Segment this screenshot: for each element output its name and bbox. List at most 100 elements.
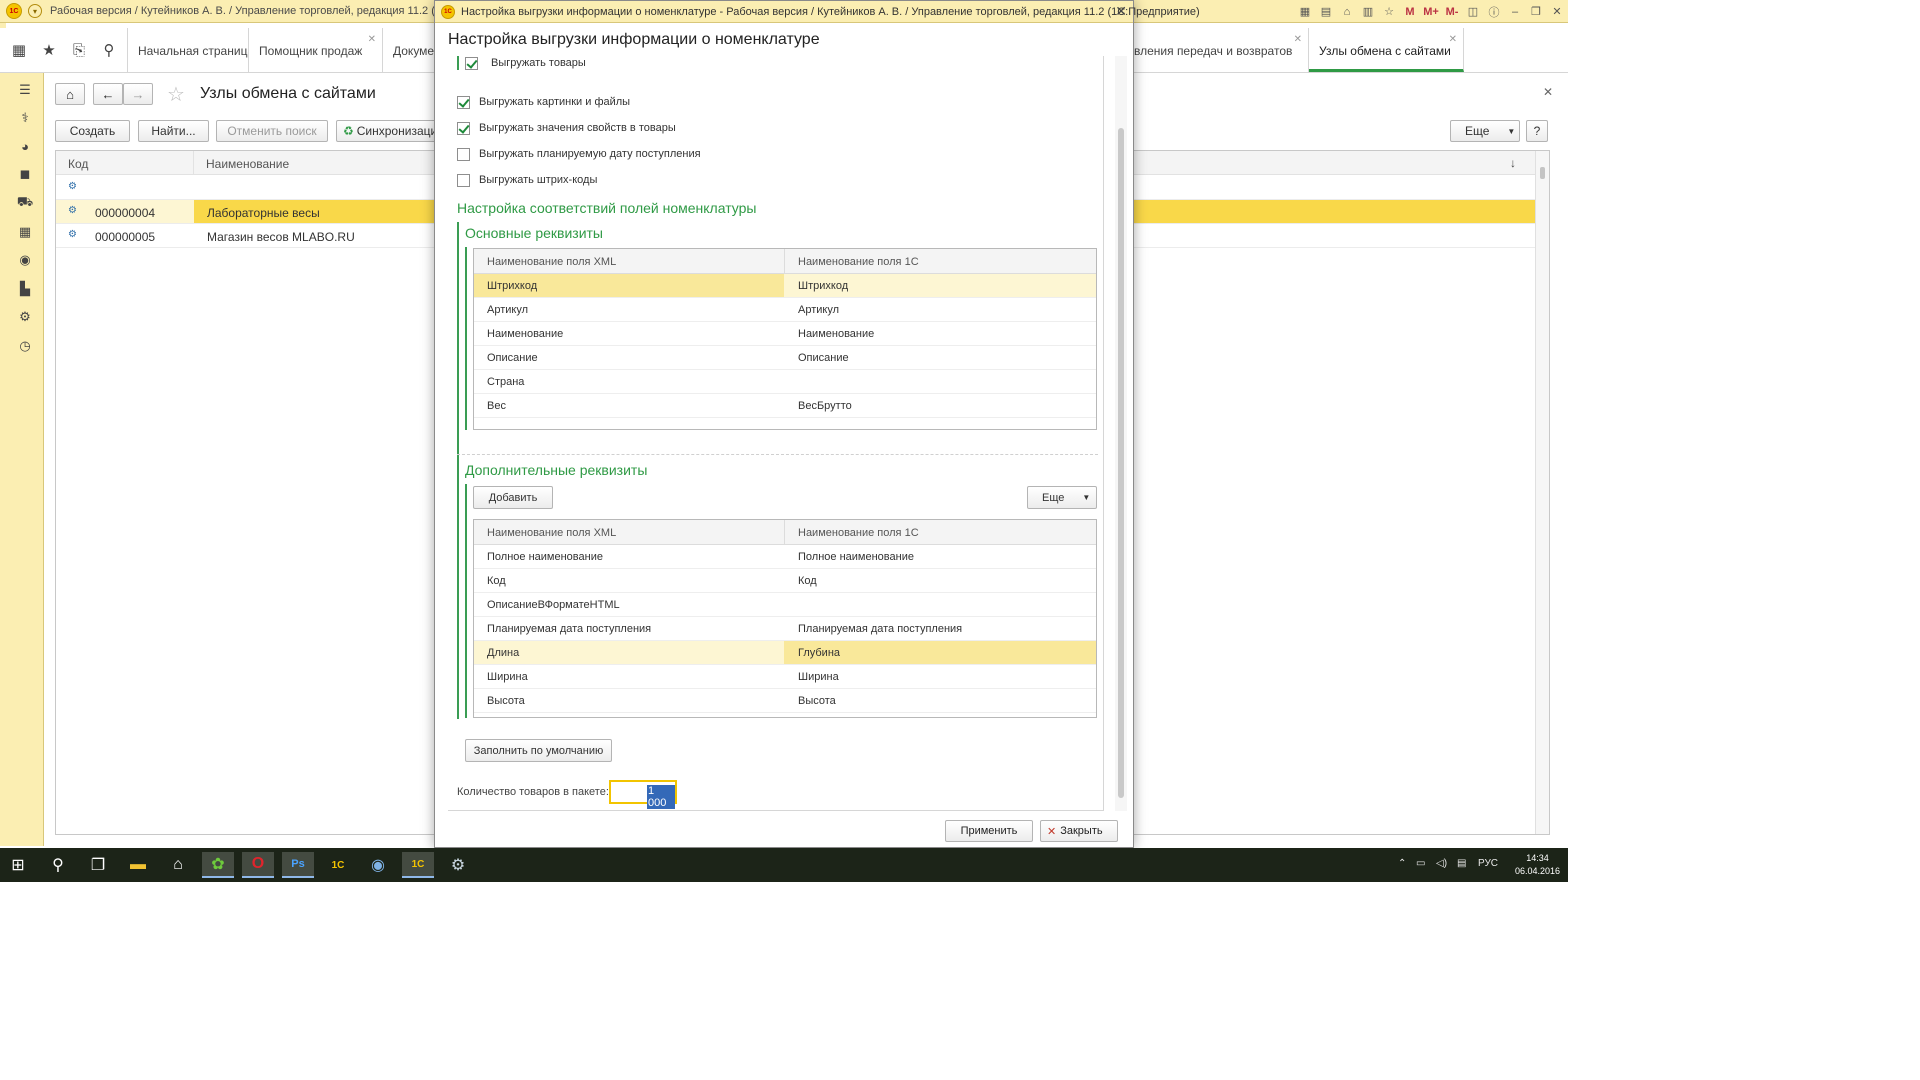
favorites-star-icon[interactable]: ★ bbox=[40, 41, 58, 59]
apply-button[interactable]: Применить bbox=[945, 820, 1033, 842]
sync-button[interactable]: ♻ Синхронизация bbox=[336, 120, 444, 142]
icq-flower-icon[interactable]: ✿ bbox=[202, 852, 234, 878]
find-button[interactable]: Найти... bbox=[138, 120, 209, 142]
file-explorer-icon[interactable]: ▬ bbox=[122, 852, 154, 878]
back-button[interactable]: ← bbox=[93, 83, 123, 105]
table-row[interactable]: Длина Глубина bbox=[474, 641, 1096, 665]
close-button[interactable]: ✕ Закрыть bbox=[1040, 820, 1118, 842]
history-icon[interactable]: ⎘ bbox=[70, 41, 88, 59]
language-indicator[interactable]: РУС bbox=[1478, 858, 1498, 869]
export-barcodes-checkbox[interactable]: Выгружать штрих-коды bbox=[457, 171, 597, 189]
home-icon[interactable]: ⌂ bbox=[162, 852, 194, 878]
table-row[interactable]: Штрихкод Штрихкод bbox=[474, 274, 1096, 298]
admin-icon[interactable]: ◷ bbox=[16, 337, 34, 355]
search-icon[interactable]: ⚲ bbox=[100, 41, 118, 59]
dialog-close-icon[interactable]: ✕ bbox=[1115, 3, 1127, 20]
column-header-1c[interactable]: Наименование поля 1С bbox=[798, 256, 919, 268]
more-button[interactable]: Еще ▼ bbox=[1450, 120, 1520, 142]
checkbox-box[interactable] bbox=[457, 173, 470, 187]
table-row[interactable]: Вес ВесБрутто bbox=[474, 394, 1096, 418]
home-icon[interactable]: ⌂ bbox=[1337, 3, 1357, 21]
main-menu-icon[interactable]: ▾ bbox=[28, 4, 42, 18]
table-row[interactable]: Высота Высота bbox=[474, 689, 1096, 713]
sections-grid-icon[interactable]: ▦ bbox=[10, 41, 28, 59]
panels-icon[interactable]: ◫ bbox=[1463, 3, 1483, 21]
favorites-icon[interactable]: ☆ bbox=[1379, 3, 1399, 21]
clock[interactable]: 14:34 06.04.2016 bbox=[1515, 852, 1560, 878]
crm-icon[interactable]: ⚕ bbox=[16, 109, 34, 127]
column-header-xml[interactable]: Наименование поля XML bbox=[487, 256, 616, 268]
table-row[interactable]: Наименование Наименование bbox=[474, 322, 1096, 346]
calendar-icon[interactable]: ▦ bbox=[1295, 3, 1315, 21]
export-properties-checkbox[interactable]: Выгружать значения свойств в товары bbox=[457, 119, 676, 137]
keyboard-icon[interactable]: ▤ bbox=[1457, 858, 1466, 869]
table-row[interactable]: Страна bbox=[474, 370, 1096, 394]
home-button[interactable]: ⌂ bbox=[55, 83, 85, 105]
tab-close-icon[interactable]: ✕ bbox=[1294, 34, 1302, 45]
export-images-checkbox[interactable]: Выгружать картинки и файлы bbox=[457, 93, 630, 111]
1c-app-icon[interactable]: 1С bbox=[322, 852, 354, 878]
form-close-icon[interactable]: ✕ bbox=[1543, 85, 1553, 99]
favorite-star-icon[interactable]: ☆ bbox=[167, 82, 185, 107]
bag-icon[interactable]: ◼ bbox=[16, 165, 34, 183]
forward-button[interactable]: → bbox=[123, 83, 153, 105]
column-header-xml[interactable]: Наименование поля XML bbox=[487, 527, 616, 539]
history-icon[interactable]: ▥ bbox=[1358, 3, 1378, 21]
memory-plus-icon[interactable]: M+ bbox=[1421, 3, 1441, 21]
create-button[interactable]: Создать bbox=[55, 120, 130, 142]
dialog-scrollbar[interactable] bbox=[1115, 56, 1127, 811]
volume-icon[interactable]: ◁) bbox=[1436, 858, 1447, 869]
add-button[interactable]: Добавить bbox=[473, 486, 553, 509]
checkbox-box[interactable] bbox=[457, 95, 470, 109]
reports-icon[interactable]: ▙ bbox=[16, 280, 34, 298]
checkbox-box[interactable] bbox=[457, 147, 470, 161]
table-row[interactable]: Код Код bbox=[474, 569, 1096, 593]
photoshop-icon[interactable]: Ps bbox=[282, 852, 314, 878]
calculator-icon[interactable]: ▤ bbox=[1316, 3, 1336, 21]
help-button[interactable]: ? bbox=[1526, 120, 1548, 142]
qty-input[interactable]: 1 000 bbox=[609, 780, 677, 809]
tab-home-page[interactable]: Начальная страница bbox=[127, 28, 249, 72]
cancel-search-button[interactable]: Отменить поиск bbox=[216, 120, 328, 142]
restore-icon[interactable]: ❐ bbox=[1526, 3, 1546, 21]
tab-close-icon[interactable]: ✕ bbox=[1449, 34, 1457, 45]
network-icon[interactable]: ▭ bbox=[1416, 858, 1425, 869]
settings-gear-icon[interactable]: ⚙ bbox=[16, 308, 34, 326]
table-row[interactable]: ОписаниеВФорматеHTML bbox=[474, 593, 1096, 617]
info-icon[interactable]: ⓘ bbox=[1484, 3, 1504, 21]
table-row[interactable]: Описание Описание bbox=[474, 346, 1096, 370]
table-row[interactable]: Планируемая дата поступления Планируемая… bbox=[474, 617, 1096, 641]
tab-sales-assistant[interactable]: Помощник продаж ✕ bbox=[249, 28, 383, 72]
tab-close-icon[interactable]: ✕ bbox=[368, 34, 376, 45]
1c-active-app-icon[interactable]: 1С bbox=[402, 852, 434, 878]
close-icon[interactable]: ✕ bbox=[1547, 3, 1567, 21]
tab-site-exchange-nodes[interactable]: Узлы обмена с сайтами ✕ bbox=[1309, 28, 1464, 72]
checkbox-box[interactable] bbox=[457, 121, 470, 135]
menu-icon[interactable]: ☰ bbox=[16, 81, 34, 99]
thunderbird-icon[interactable]: ◉ bbox=[362, 852, 394, 878]
table-row[interactable]: Артикул Артикул bbox=[474, 298, 1096, 322]
opera-icon[interactable]: O bbox=[242, 852, 274, 878]
more-button[interactable]: Еще ▼ bbox=[1027, 486, 1097, 509]
fill-default-button[interactable]: Заполнить по умолчанию bbox=[465, 739, 612, 762]
task-view-icon[interactable]: ❐ bbox=[82, 852, 114, 878]
tool-app-icon[interactable]: ⚙ bbox=[442, 852, 474, 878]
table-scrollbar[interactable] bbox=[1535, 151, 1549, 834]
search-icon[interactable]: ⚲ bbox=[42, 852, 74, 878]
column-header-1c[interactable]: Наименование поля 1С bbox=[798, 527, 919, 539]
finance-icon[interactable]: ◉ bbox=[16, 251, 34, 269]
warehouse-icon[interactable]: ▦ bbox=[16, 223, 34, 241]
cart-icon[interactable]: ⛟ bbox=[16, 194, 34, 212]
memory-minus-icon[interactable]: M- bbox=[1442, 3, 1462, 21]
table-row[interactable]: Ширина Ширина bbox=[474, 665, 1096, 689]
memory-m-icon[interactable]: M bbox=[1400, 3, 1420, 21]
export-planned-date-checkbox[interactable]: Выгружать планируемую дату поступления bbox=[457, 145, 701, 163]
sort-arrow-icon[interactable]: ↓ bbox=[1510, 156, 1516, 170]
start-windows-icon[interactable]: ⊞ bbox=[2, 852, 34, 878]
checkbox-box[interactable] bbox=[465, 56, 478, 70]
tab-transfers-returns[interactable]: вления передач и возвратов ✕ bbox=[1120, 28, 1309, 72]
minimize-icon[interactable]: – bbox=[1505, 3, 1525, 21]
export-goods-checkbox[interactable]: Выгружать товары bbox=[465, 56, 586, 72]
table-row[interactable]: Полное наименование Полное наименование bbox=[474, 545, 1096, 569]
tray-chevron-icon[interactable]: ⌃ bbox=[1398, 858, 1406, 869]
